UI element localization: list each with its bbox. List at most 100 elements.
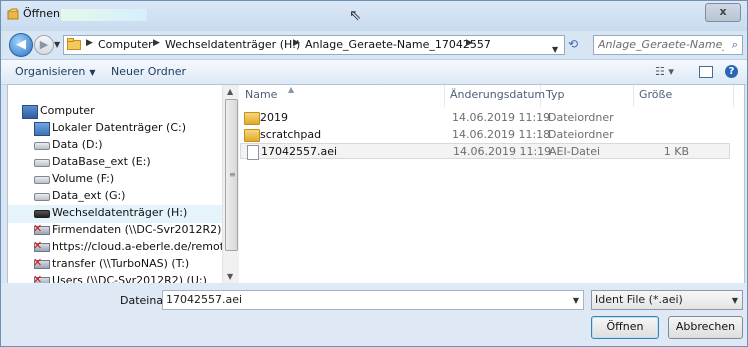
help-icon[interactable]: ?	[725, 65, 738, 78]
command-bar: Organisieren ▼ Neuer Ordner ☷ ▾ ?	[1, 59, 747, 85]
removable-drive-icon	[34, 210, 50, 218]
filename-field[interactable]: 17042557.aei ▼	[162, 290, 584, 310]
file-type: AEI-Datei	[549, 145, 601, 158]
chevron-down-icon[interactable]: ▼	[732, 296, 738, 305]
breadcrumb-computer[interactable]: Computer	[98, 38, 153, 51]
nav-item-label: DataBase_ext (E:)	[52, 155, 151, 168]
open-dialog: Öffnen ⇖ x ◀ ▶ ▼ ▶ Computer ▶ Wechseldat…	[0, 0, 748, 347]
nav-item-drive-l[interactable]: ✕ Firmendaten (\\DC-Svr2012R2) (L:)	[33, 222, 222, 240]
file-type: Dateiordner	[548, 111, 614, 124]
search-icon[interactable]: ⌕	[732, 38, 738, 52]
nav-item-computer[interactable]: Computer	[22, 103, 222, 121]
folder-icon	[244, 129, 260, 142]
network-drive-disconnected-icon: ✕	[33, 256, 50, 269]
nav-item-drive-t[interactable]: ✕ transfer (\\TurboNAS) (T:)	[33, 256, 222, 274]
drive-icon	[34, 159, 50, 167]
file-type-value: Ident File (*.aei)	[595, 293, 683, 306]
navigation-pane[interactable]: Computer Lokaler Datenträger (C:) Data (…	[8, 85, 222, 283]
back-button[interactable]: ◀	[9, 33, 33, 57]
disconnected-x-icon: ✕	[33, 256, 43, 269]
file-size: 1 KB	[663, 145, 689, 158]
file-date: 14.06.2019 11:19	[453, 145, 552, 158]
browser-area: Computer Lokaler Datenträger (C:) Data (…	[7, 84, 745, 284]
forward-button[interactable]: ▶	[34, 35, 54, 55]
breadcrumb-separator-icon[interactable]: ▶	[466, 38, 473, 48]
recent-locations-dropdown-icon[interactable]: ▼	[54, 40, 60, 49]
nav-item-label: Computer	[40, 104, 95, 117]
file-type-select[interactable]: Ident File (*.aei) ▼	[591, 290, 743, 310]
organize-button[interactable]: Organisieren ▼	[15, 65, 95, 78]
nav-item-label: Wechseldatenträger (H:)	[52, 206, 188, 219]
file-row[interactable]: 2019 14.06.2019 11:19 Dateiordner	[240, 110, 730, 126]
file-row[interactable]: scratchpad 14.06.2019 11:18 Dateiordner	[240, 127, 730, 143]
nav-item-label: Users (\\DC-Svr2012R2) (U:)	[52, 274, 207, 283]
nav-item-drive-h[interactable]: Wechseldatenträger (H:)	[8, 205, 222, 223]
new-folder-button[interactable]: Neuer Ordner	[111, 65, 186, 78]
column-header-name[interactable]: Name ▲	[240, 85, 445, 107]
refresh-icon[interactable]: ⟲	[568, 37, 578, 51]
breadcrumb-separator-icon[interactable]: ▶	[153, 38, 160, 48]
disconnected-x-icon: ✕	[33, 222, 43, 235]
nav-scrollbar[interactable]: ▲ ≡ ▼	[222, 85, 239, 283]
network-drive-disconnected-icon: ✕	[33, 222, 50, 235]
scroll-up-icon[interactable]: ▲	[227, 87, 233, 96]
search-input[interactable]: Anlage_Geraete-Name_17042...	[598, 38, 724, 51]
nav-item-drive-d[interactable]: Data (D:)	[34, 137, 222, 155]
address-bar[interactable]: ▶ Computer ▶ Wechseldatenträger (H:) ▶ A…	[63, 35, 565, 55]
disconnected-x-icon: ✕	[33, 273, 43, 283]
column-header-type[interactable]: Typ	[541, 85, 634, 107]
chevron-down-icon[interactable]: ▼	[573, 296, 579, 305]
sort-ascending-icon: ▲	[288, 85, 295, 94]
window-title: Öffnen	[23, 7, 60, 20]
nav-item-label: Data (D:)	[52, 138, 103, 151]
file-type: Dateiordner	[548, 128, 614, 141]
nav-item-label: https://cloud.a-eberle.de/remote.php/	[52, 240, 222, 253]
title-bar: Öffnen ⇖ x	[1, 1, 747, 31]
view-options-icon[interactable]: ☷ ▾	[655, 65, 674, 78]
address-dropdown-icon[interactable]: ▼	[552, 45, 558, 54]
scroll-thumb[interactable]: ≡	[225, 99, 238, 251]
search-box[interactable]: Anlage_Geraete-Name_17042... ⌕	[593, 35, 743, 55]
dialog-footer: Dateiname: 17042557.aei ▼ Ident File (*.…	[1, 283, 747, 346]
folder-icon	[67, 38, 81, 50]
open-button[interactable]: Öffnen	[591, 316, 659, 339]
chevron-down-icon: ▼	[89, 68, 96, 77]
file-date: 14.06.2019 11:19	[452, 111, 551, 124]
nav-item-drive-g[interactable]: Data_ext (G:)	[34, 188, 222, 206]
nav-item-cloud[interactable]: ✕ https://cloud.a-eberle.de/remote.php/	[33, 239, 222, 257]
close-button[interactable]: x	[705, 3, 741, 22]
column-header-date[interactable]: Änderungsdatum	[445, 85, 545, 107]
network-drive-disconnected-icon: ✕	[33, 239, 50, 252]
file-row-selected[interactable]: 17042557.aei 14.06.2019 11:19 AEI-Datei …	[240, 143, 730, 160]
navigation-bar: ◀ ▶ ▼ ▶ Computer ▶ Wechseldatenträger (H…	[1, 31, 747, 57]
nav-item-drive-e[interactable]: DataBase_ext (E:)	[34, 154, 222, 172]
drive-icon	[34, 193, 50, 201]
breadcrumb-separator-icon[interactable]: ▶	[86, 38, 93, 48]
folder-icon	[244, 112, 260, 125]
nav-item-label: Volume (F:)	[52, 172, 115, 185]
nav-item-drive-c[interactable]: Lokaler Datenträger (C:)	[34, 120, 222, 138]
system-drive-icon	[34, 122, 50, 136]
cancel-button[interactable]: Abbrechen	[668, 316, 743, 339]
scroll-down-icon[interactable]: ▼	[227, 272, 233, 281]
mouse-cursor-icon: ⇖	[349, 6, 362, 24]
file-list[interactable]: Name ▲ Änderungsdatum Typ Größe 2019 14.…	[240, 85, 744, 283]
nav-item-label: Lokaler Datenträger (C:)	[52, 121, 187, 134]
breadcrumb-separator-icon[interactable]: ▶	[293, 38, 300, 48]
app-icon	[7, 8, 19, 20]
drive-icon	[34, 142, 50, 150]
breadcrumb-folder[interactable]: Anlage_Geraete-Name_17042557	[305, 38, 491, 51]
column-header-size[interactable]: Größe	[634, 85, 734, 107]
filename-value[interactable]: 17042557.aei	[166, 293, 242, 306]
drive-icon	[34, 176, 50, 184]
preview-pane-icon[interactable]	[699, 66, 713, 78]
breadcrumb-drive[interactable]: Wechseldatenträger (H:)	[165, 38, 300, 51]
disconnected-x-icon: ✕	[33, 239, 43, 252]
file-name: 17042557.aei	[261, 145, 338, 158]
grip-icon: ≡	[229, 170, 236, 179]
organize-label: Organisieren	[15, 65, 86, 78]
nav-item-drive-u[interactable]: ✕ Users (\\DC-Svr2012R2) (U:)	[33, 273, 222, 283]
nav-item-label: Data_ext (G:)	[52, 189, 126, 202]
nav-item-drive-f[interactable]: Volume (F:)	[34, 171, 222, 189]
column-name-label: Name	[245, 88, 278, 101]
